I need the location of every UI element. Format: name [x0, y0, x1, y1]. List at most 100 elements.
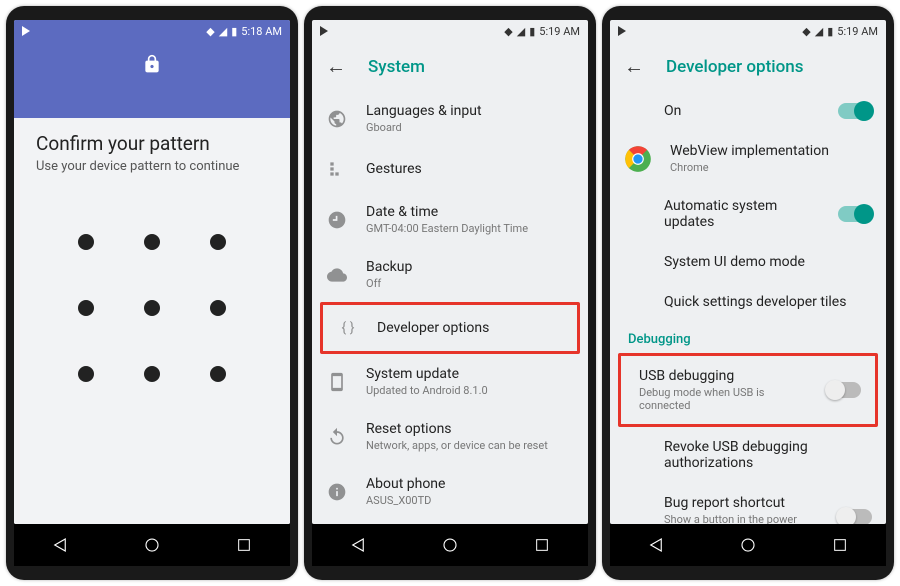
back-button[interactable]: ← — [326, 54, 346, 79]
backup-icon — [326, 264, 348, 286]
update-icon — [326, 371, 348, 393]
item-quick-tiles[interactable]: Quick settings developer tiles — [610, 282, 886, 322]
item-revoke[interactable]: Revoke USB debugging authorizations — [610, 427, 886, 483]
nav-back[interactable] — [347, 534, 369, 556]
info-icon — [326, 481, 348, 503]
reset-icon — [326, 426, 348, 448]
highlight-developer-options: { } Developer options — [320, 302, 580, 354]
app-bar: ← System — [312, 42, 588, 91]
item-sub: Debug mode when USB is connected — [639, 386, 809, 412]
item-bug-report[interactable]: Bug report shortcut Show a button in the … — [610, 483, 886, 524]
nav-bar — [610, 524, 886, 566]
clock: 5:19 AM — [837, 25, 878, 38]
nav-back[interactable] — [49, 534, 71, 556]
item-title: System UI demo mode — [664, 254, 872, 270]
item-title: Quick settings developer tiles — [664, 294, 872, 310]
clock: 5:18 AM — [241, 25, 282, 38]
pattern-grid[interactable] — [14, 234, 290, 382]
screen-2: ◆ ◢ ▮ 5:19 AM ← System Languages & input… — [312, 20, 588, 524]
item-title: Revoke USB debugging authorizations — [664, 439, 872, 471]
item-title: Gestures — [366, 161, 574, 177]
item-title: Developer options — [377, 320, 563, 336]
play-icon — [22, 26, 30, 36]
pattern-dot[interactable] — [144, 366, 160, 382]
status-bar: ◆ ◢ ▮ 5:18 AM — [14, 20, 290, 42]
pattern-dot[interactable] — [210, 366, 226, 382]
pattern-dot[interactable] — [144, 234, 160, 250]
gestures-icon — [326, 158, 348, 180]
item-title: USB debugging — [639, 368, 809, 384]
nav-recent[interactable] — [233, 534, 255, 556]
item-sub: Off — [366, 277, 574, 290]
pattern-dot[interactable] — [78, 234, 94, 250]
item-demo-mode[interactable]: System UI demo mode — [610, 242, 886, 282]
item-title: Languages & input — [366, 103, 574, 119]
toggle-auto-updates[interactable] — [838, 206, 872, 222]
highlight-usb-debugging: USB debugging Debug mode when USB is conn… — [618, 353, 878, 427]
phone-1: ◆ ◢ ▮ 5:18 AM Confirm your pattern Use y… — [6, 6, 298, 580]
settings-list: Languages & inputGboard Gestures Date & … — [312, 91, 588, 524]
item-backup[interactable]: Backup Off — [312, 247, 588, 302]
pattern-dot[interactable] — [78, 366, 94, 382]
pattern-dot[interactable] — [210, 234, 226, 250]
item-title: Date & time — [366, 204, 574, 220]
item-reset[interactable]: Reset optionsNetwork, apps, or device ca… — [312, 409, 588, 464]
page-title: Developer options — [666, 57, 803, 77]
play-icon — [320, 26, 328, 36]
item-sub: Chrome — [670, 161, 872, 174]
item-usb-debugging[interactable]: USB debugging Debug mode when USB is conn… — [621, 356, 875, 424]
item-title: Automatic system updates — [664, 198, 820, 230]
pattern-dot[interactable] — [78, 300, 94, 316]
item-sub: Updated to Android 8.1.0 — [366, 384, 574, 397]
status-bar: ◆ ◢ ▮ 5:19 AM — [610, 20, 886, 42]
pattern-dot[interactable] — [210, 300, 226, 316]
screen-1: ◆ ◢ ▮ 5:18 AM Confirm your pattern Use y… — [14, 20, 290, 524]
signal-icon: ◢ — [219, 25, 227, 38]
wifi-icon: ◆ — [504, 25, 512, 38]
nav-recent[interactable] — [829, 534, 851, 556]
item-developer-options[interactable]: { } Developer options — [323, 305, 577, 351]
item-system-update[interactable]: System update Updated to Android 8.1.0 — [312, 354, 588, 409]
status-bar: ◆ ◢ ▮ 5:19 AM — [312, 20, 588, 42]
nav-recent[interactable] — [531, 534, 553, 556]
clock: 5:19 AM — [539, 25, 580, 38]
signal-icon: ◢ — [815, 25, 823, 38]
nav-home[interactable] — [439, 534, 461, 556]
toggle-bug-report[interactable] — [838, 509, 872, 524]
screen-3: ◆ ◢ ▮ 5:19 AM ← Developer options On Web… — [610, 20, 886, 524]
battery-icon: ▮ — [529, 25, 535, 38]
item-datetime[interactable]: Date & time GMT-04:00 Eastern Daylight Ti… — [312, 192, 588, 247]
item-about[interactable]: About phoneASUS_X00TD — [312, 464, 588, 519]
toggle-usb-debugging[interactable] — [827, 382, 861, 398]
pattern-dot[interactable] — [144, 300, 160, 316]
item-sub: GMT-04:00 Eastern Daylight Time — [366, 222, 574, 235]
item-webview[interactable]: WebView implementationChrome — [610, 131, 886, 186]
item-title: System update — [366, 366, 574, 382]
battery-icon: ▮ — [827, 25, 833, 38]
confirm-subtitle: Use your device pattern to continue — [36, 159, 268, 174]
item-languages[interactable]: Languages & inputGboard — [312, 91, 588, 146]
nav-bar — [14, 524, 290, 566]
play-icon — [618, 26, 626, 36]
nav-home[interactable] — [141, 534, 163, 556]
item-title: Bug report shortcut — [664, 495, 820, 511]
dev-options-list: On WebView implementationChrome Automati… — [610, 91, 886, 524]
chrome-icon — [624, 145, 652, 173]
item-master-toggle[interactable]: On — [610, 91, 886, 131]
on-label: On — [664, 103, 820, 119]
item-title: Backup — [366, 259, 574, 275]
app-bar: ← Developer options — [610, 42, 886, 91]
nav-bar — [312, 524, 588, 566]
phone-3: ◆ ◢ ▮ 5:19 AM ← Developer options On Web… — [602, 6, 894, 580]
back-button[interactable]: ← — [624, 54, 644, 79]
item-regulatory[interactable]: Regulatory labels — [312, 519, 588, 524]
nav-home[interactable] — [737, 534, 759, 556]
toggle-on[interactable] — [838, 103, 872, 119]
app-bar — [14, 42, 290, 118]
clock-icon — [326, 209, 348, 231]
item-sub: Show a button in the power menu for taki… — [664, 513, 820, 524]
globe-icon — [326, 108, 348, 130]
item-auto-updates[interactable]: Automatic system updates — [610, 186, 886, 242]
nav-back[interactable] — [645, 534, 667, 556]
item-gestures[interactable]: Gestures — [312, 146, 588, 192]
